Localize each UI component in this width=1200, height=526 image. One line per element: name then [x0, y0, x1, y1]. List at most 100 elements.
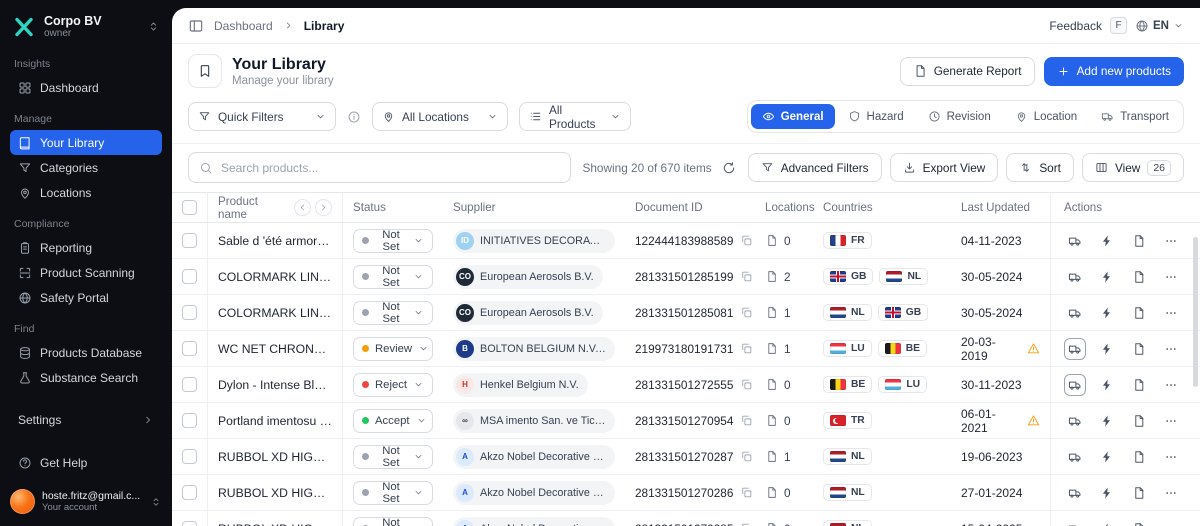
status-dropdown[interactable]: Not Set — [353, 265, 433, 289]
breadcrumb-dashboard[interactable]: Dashboard — [214, 19, 273, 33]
export-view-button[interactable]: Export View — [890, 153, 999, 182]
transport-action-button[interactable] — [1064, 338, 1086, 360]
transport-action-button[interactable] — [1064, 302, 1086, 324]
product-name-cell[interactable]: RUBBOL XD HIGH GLOS... — [208, 511, 343, 526]
status-dropdown[interactable]: Accept — [353, 409, 433, 433]
supplier-chip[interactable]: ∞MSA imento San. ve Tic.A... — [453, 409, 615, 433]
more-actions-button[interactable] — [1160, 338, 1182, 360]
refresh-icon[interactable] — [722, 161, 736, 175]
feedback-button[interactable]: Feedback — [1049, 19, 1102, 33]
quick-action-button[interactable] — [1096, 482, 1118, 504]
transport-action-button[interactable] — [1064, 374, 1086, 396]
generate-report-button[interactable]: Generate Report — [900, 57, 1035, 86]
language-selector[interactable]: EN — [1135, 19, 1184, 33]
product-name-cell[interactable]: COLORMARK LINEMARK... — [208, 259, 343, 294]
workspace-switcher[interactable]: Corpo BV owner — [10, 10, 162, 45]
account-menu[interactable]: hoste.fritz@gmail.c... Your account — [10, 489, 162, 514]
quick-action-button[interactable] — [1096, 338, 1118, 360]
sidebar-item-locations[interactable]: Locations — [10, 180, 162, 205]
tab-hazard[interactable]: Hazard — [837, 104, 915, 129]
supplier-chip[interactable]: AAkzo Nobel Decorative Coatings ... — [453, 517, 615, 526]
document-action-button[interactable] — [1128, 338, 1150, 360]
quick-action-button[interactable] — [1096, 374, 1118, 396]
supplier-chip[interactable]: IDINITIATIVES DECORATION. — [453, 229, 615, 253]
document-action-button[interactable] — [1128, 230, 1150, 252]
product-name-cell[interactable]: WC NET CHRONO - DÉB... — [208, 331, 343, 366]
sidebar-item-safety-portal[interactable]: Safety Portal — [10, 285, 162, 310]
status-dropdown[interactable]: Not Set — [353, 229, 433, 253]
column-next-button[interactable] — [315, 199, 332, 216]
sort-button[interactable]: Sort — [1006, 153, 1074, 182]
copy-icon[interactable] — [740, 414, 753, 427]
quick-action-button[interactable] — [1096, 266, 1118, 288]
row-checkbox[interactable] — [182, 233, 197, 248]
more-actions-button[interactable] — [1160, 374, 1182, 396]
more-actions-button[interactable] — [1160, 230, 1182, 252]
quick-action-button[interactable] — [1096, 518, 1118, 526]
products-filter-dropdown[interactable]: All Products — [519, 102, 631, 131]
more-actions-button[interactable] — [1160, 302, 1182, 324]
quick-action-button[interactable] — [1096, 230, 1118, 252]
status-dropdown[interactable]: Reject — [353, 373, 433, 397]
add-new-products-button[interactable]: Add new products — [1044, 57, 1184, 86]
sidebar-item-your-library[interactable]: Your Library — [10, 130, 162, 155]
status-dropdown[interactable]: Not Set — [353, 301, 433, 325]
status-dropdown[interactable]: Review — [353, 337, 433, 361]
transport-action-button[interactable] — [1064, 518, 1086, 526]
tab-revision[interactable]: Revision — [917, 104, 1002, 129]
status-dropdown[interactable]: Not Set — [353, 481, 433, 505]
copy-icon[interactable] — [740, 486, 753, 499]
sidebar-item-categories[interactable]: Categories — [10, 155, 162, 180]
sidebar-item-get-help[interactable]: Get Help — [10, 450, 162, 475]
sidebar-item-reporting[interactable]: Reporting — [10, 235, 162, 260]
search-input[interactable] — [221, 161, 560, 175]
status-dropdown[interactable]: Not Set — [353, 445, 433, 469]
document-action-button[interactable] — [1128, 410, 1150, 432]
product-name-cell[interactable]: Dylon - Intense Black Dy... — [208, 367, 343, 402]
transport-action-button[interactable] — [1064, 446, 1086, 468]
product-name-cell[interactable]: Sable d 'été armorique — [208, 223, 343, 258]
column-prev-button[interactable] — [294, 199, 311, 216]
document-action-button[interactable] — [1128, 482, 1150, 504]
product-name-cell[interactable]: COLORMARK LINEMARK... — [208, 295, 343, 330]
supplier-chip[interactable]: AAkzo Nobel Decorative Coatings ... — [453, 445, 615, 469]
vertical-scrollbar[interactable] — [1193, 237, 1198, 387]
more-actions-button[interactable] — [1160, 410, 1182, 432]
supplier-chip[interactable]: COEuropean Aerosols B.V. — [453, 265, 603, 289]
quick-action-button[interactable] — [1096, 446, 1118, 468]
more-actions-button[interactable] — [1160, 266, 1182, 288]
sidebar-toggle-icon[interactable] — [188, 18, 204, 34]
copy-icon[interactable] — [740, 234, 753, 247]
more-actions-button[interactable] — [1160, 518, 1182, 526]
tab-transport[interactable]: Transport — [1090, 104, 1180, 129]
document-action-button[interactable] — [1128, 446, 1150, 468]
more-actions-button[interactable] — [1160, 446, 1182, 468]
tab-location[interactable]: Location — [1004, 104, 1088, 129]
transport-action-button[interactable] — [1064, 230, 1086, 252]
row-checkbox[interactable] — [182, 485, 197, 500]
supplier-chip[interactable]: AAkzo Nobel Decorative Coatings ... — [453, 481, 615, 505]
copy-icon[interactable] — [740, 342, 753, 355]
status-dropdown[interactable]: Not Set — [353, 517, 433, 526]
advanced-filters-button[interactable]: Advanced Filters — [748, 153, 882, 182]
sidebar-item-dashboard[interactable]: Dashboard — [10, 75, 162, 100]
supplier-chip[interactable]: HHenkel Belgium N.V. — [453, 373, 588, 397]
row-checkbox[interactable] — [182, 521, 197, 526]
row-checkbox[interactable] — [182, 377, 197, 392]
product-name-cell[interactable]: RUBBOL XD HIGH GLOS... — [208, 475, 343, 510]
row-checkbox[interactable] — [182, 341, 197, 356]
row-checkbox[interactable] — [182, 269, 197, 284]
document-action-button[interactable] — [1128, 374, 1150, 396]
select-all-checkbox[interactable] — [182, 200, 197, 215]
copy-icon[interactable] — [740, 270, 753, 283]
transport-action-button[interactable] — [1064, 266, 1086, 288]
copy-icon[interactable] — [740, 378, 753, 391]
document-action-button[interactable] — [1128, 266, 1150, 288]
transport-action-button[interactable] — [1064, 482, 1086, 504]
quick-filters-dropdown[interactable]: Quick Filters — [188, 102, 336, 131]
product-name-cell[interactable]: Portland imentosu / TS E... — [208, 403, 343, 438]
view-columns-button[interactable]: View 26 — [1082, 153, 1184, 182]
document-action-button[interactable] — [1128, 302, 1150, 324]
more-actions-button[interactable] — [1160, 482, 1182, 504]
row-checkbox[interactable] — [182, 413, 197, 428]
